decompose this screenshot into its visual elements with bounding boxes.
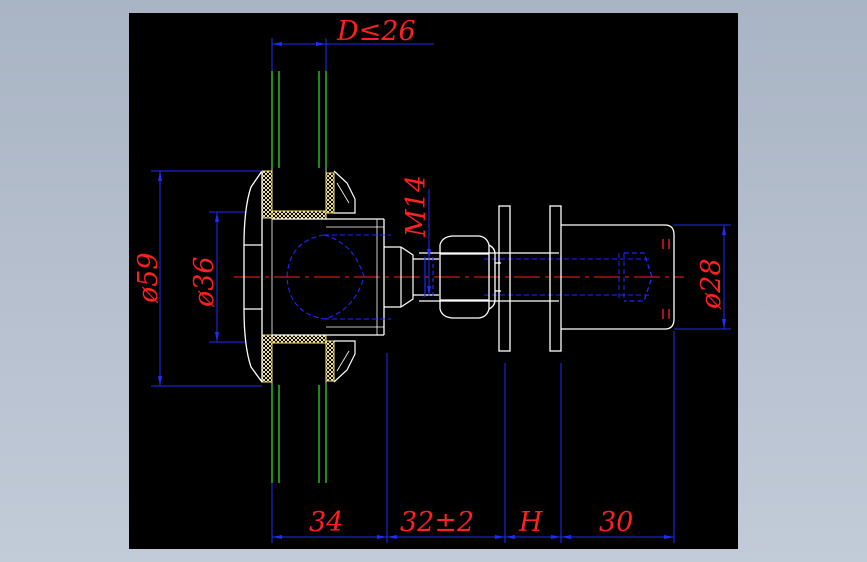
dimension-arrows [158,42,726,539]
washers [498,205,562,352]
dimension-lines [151,38,731,543]
dim-dia-59-label: ø59 [133,252,164,304]
dim-dia-28-label: ø28 [696,258,727,310]
dim-length-30-label: 30 [599,507,633,538]
dim-thread-m14-label: M14 [401,175,432,238]
dim-d-max-label: D≤26 [336,16,416,47]
dim-length-h-label: H [518,507,543,538]
dim-length-34-label: 34 [309,507,343,538]
dim-dia-36-label: ø36 [189,256,220,308]
cad-drawing-area[interactable]: D≤26 ø59 ø36 M14 ø28 34 32±2 H 30 [129,13,738,549]
dim-length-32-label: 32±2 [400,507,474,538]
glass-fitting-drawing: D≤26 ø59 ø36 M14 ø28 34 32±2 H 30 [133,16,731,543]
